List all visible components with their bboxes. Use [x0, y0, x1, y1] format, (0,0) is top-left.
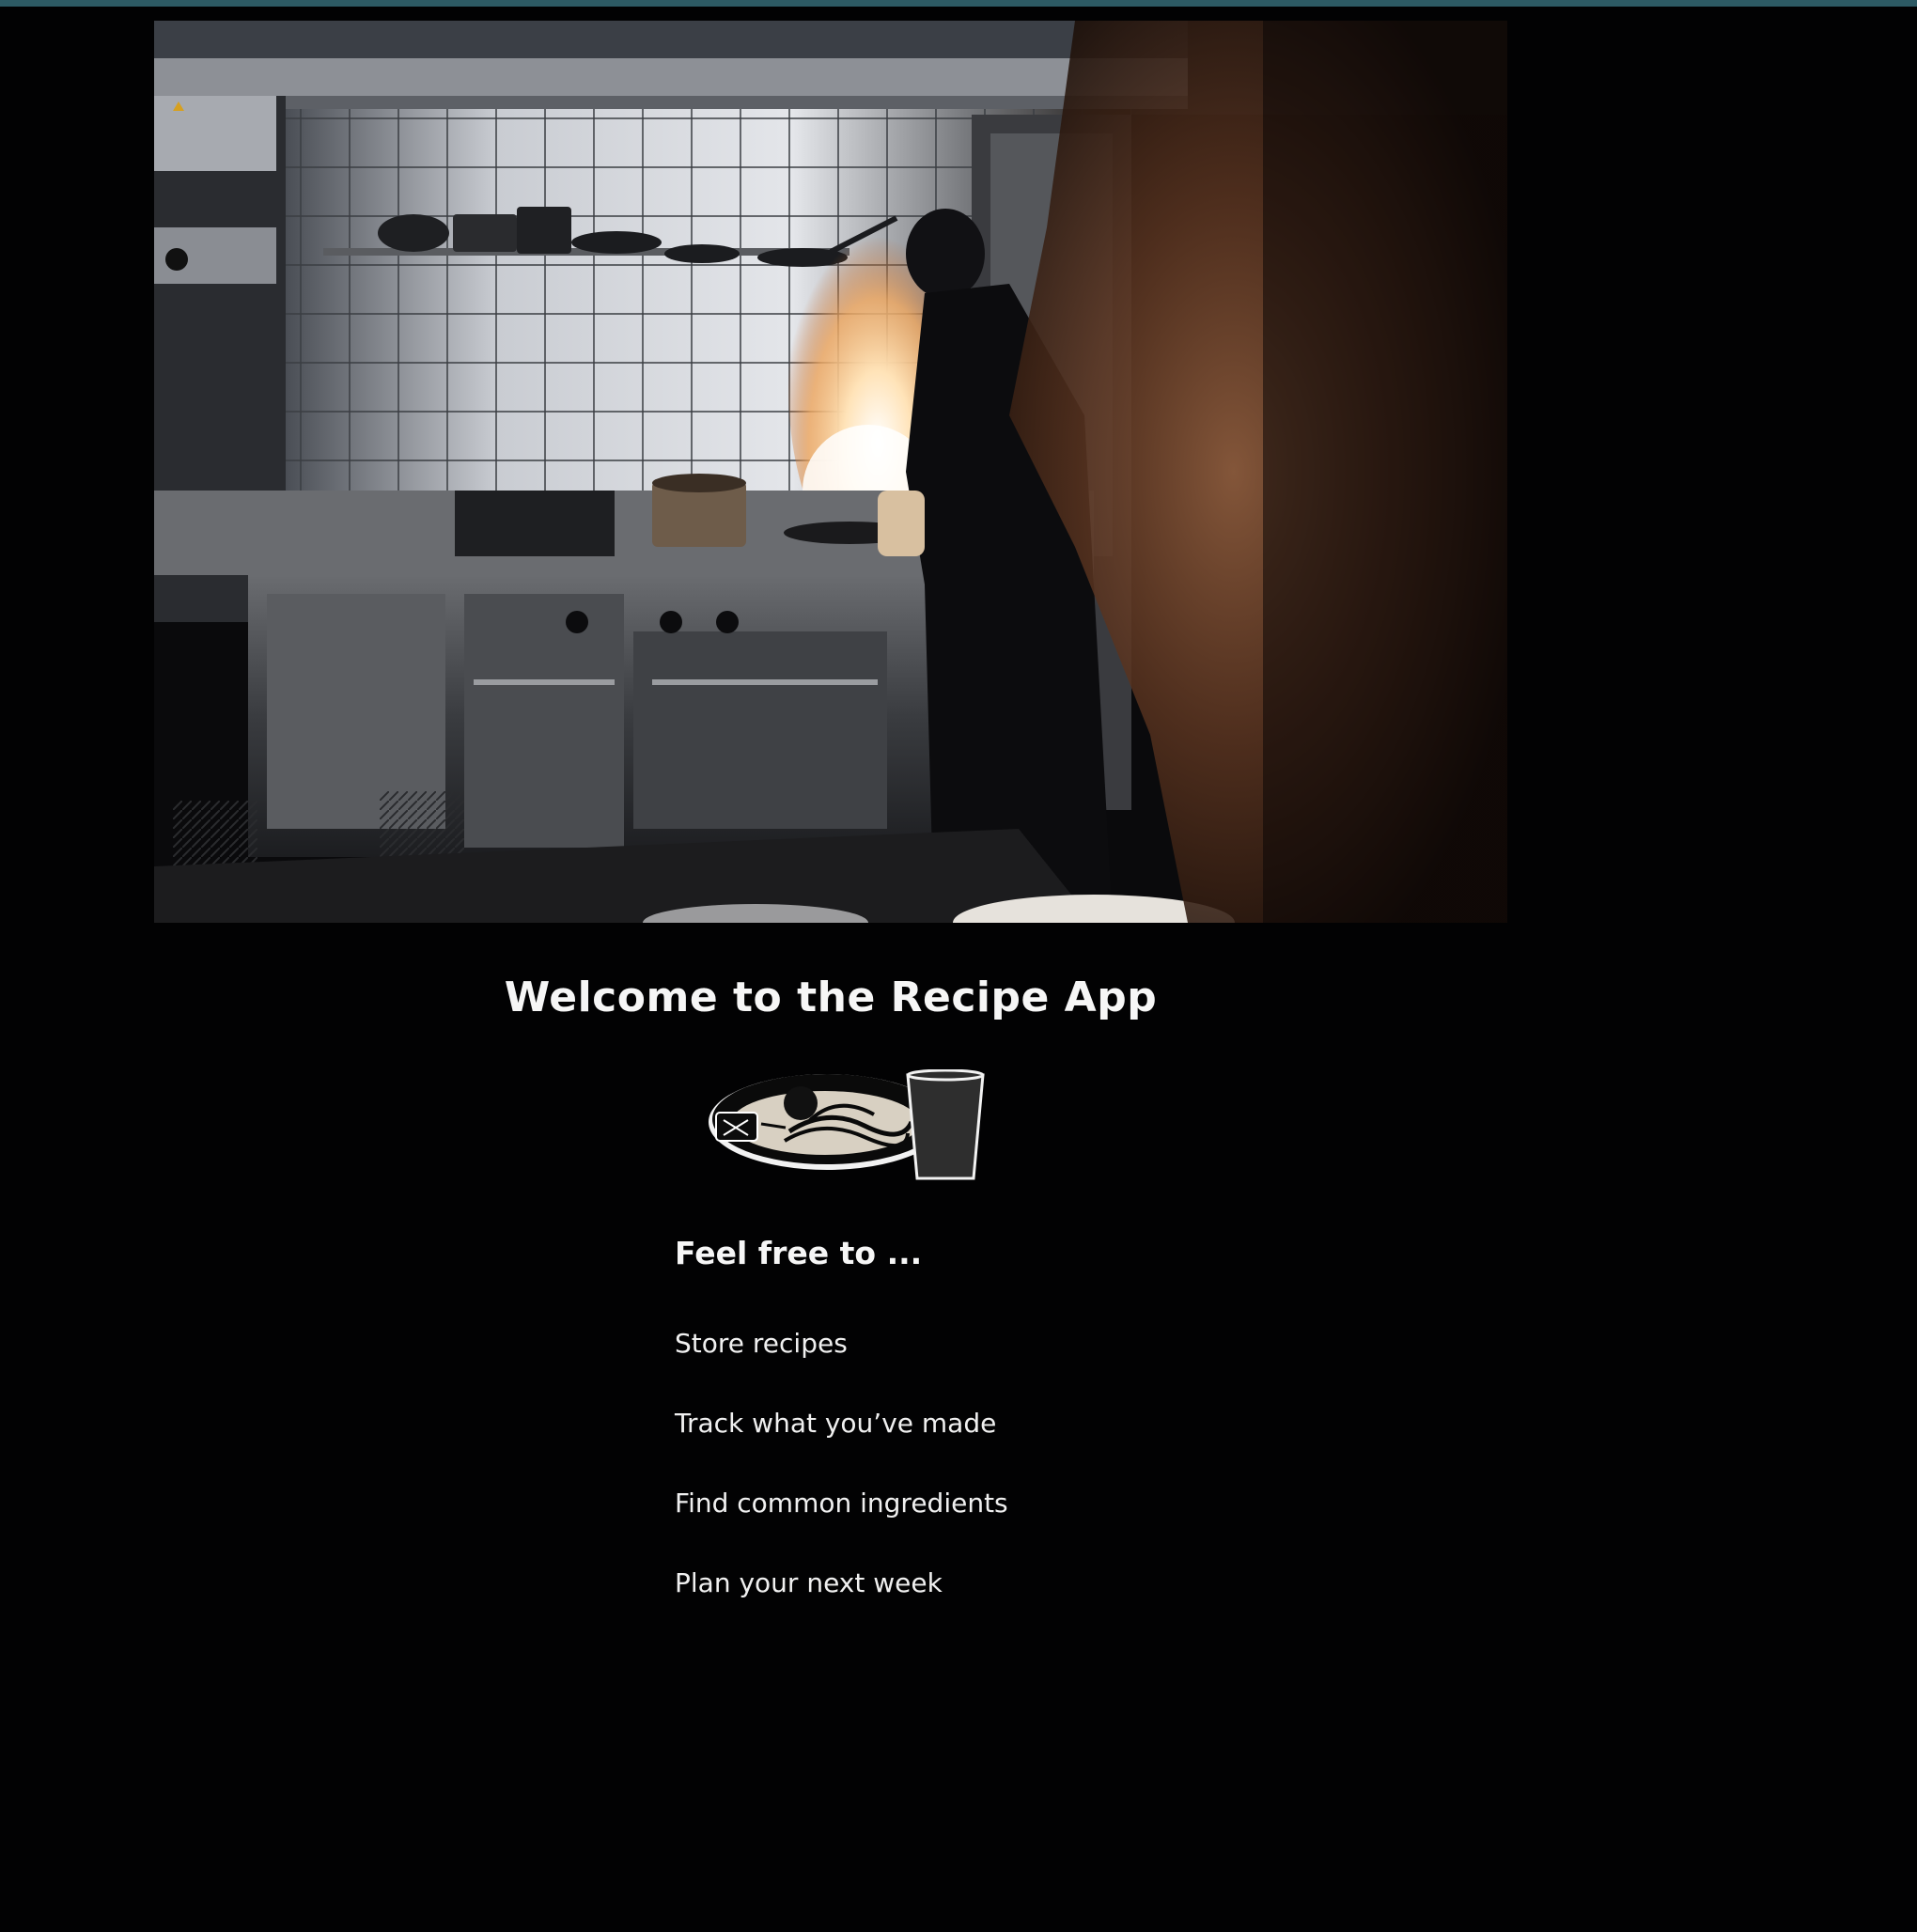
welcome-title: Welcome to the Recipe App	[504, 974, 1158, 1021]
feature-item-store-recipes: Store recipes	[675, 1328, 848, 1359]
features-heading: Feel free to ...	[675, 1235, 923, 1271]
top-accent-bar	[0, 0, 1917, 7]
feature-item-plan-week: Plan your next week	[675, 1567, 943, 1598]
feature-item-find-ingredients: Find common ingredients	[675, 1488, 1008, 1519]
hero-kitchen-photo	[154, 21, 1507, 923]
feature-item-track-made: Track what you’ve made	[675, 1408, 997, 1439]
plate-and-glass-icon	[677, 1068, 987, 1188]
feature-list: Store recipes Track what you’ve made Fin…	[675, 1323, 1008, 1643]
